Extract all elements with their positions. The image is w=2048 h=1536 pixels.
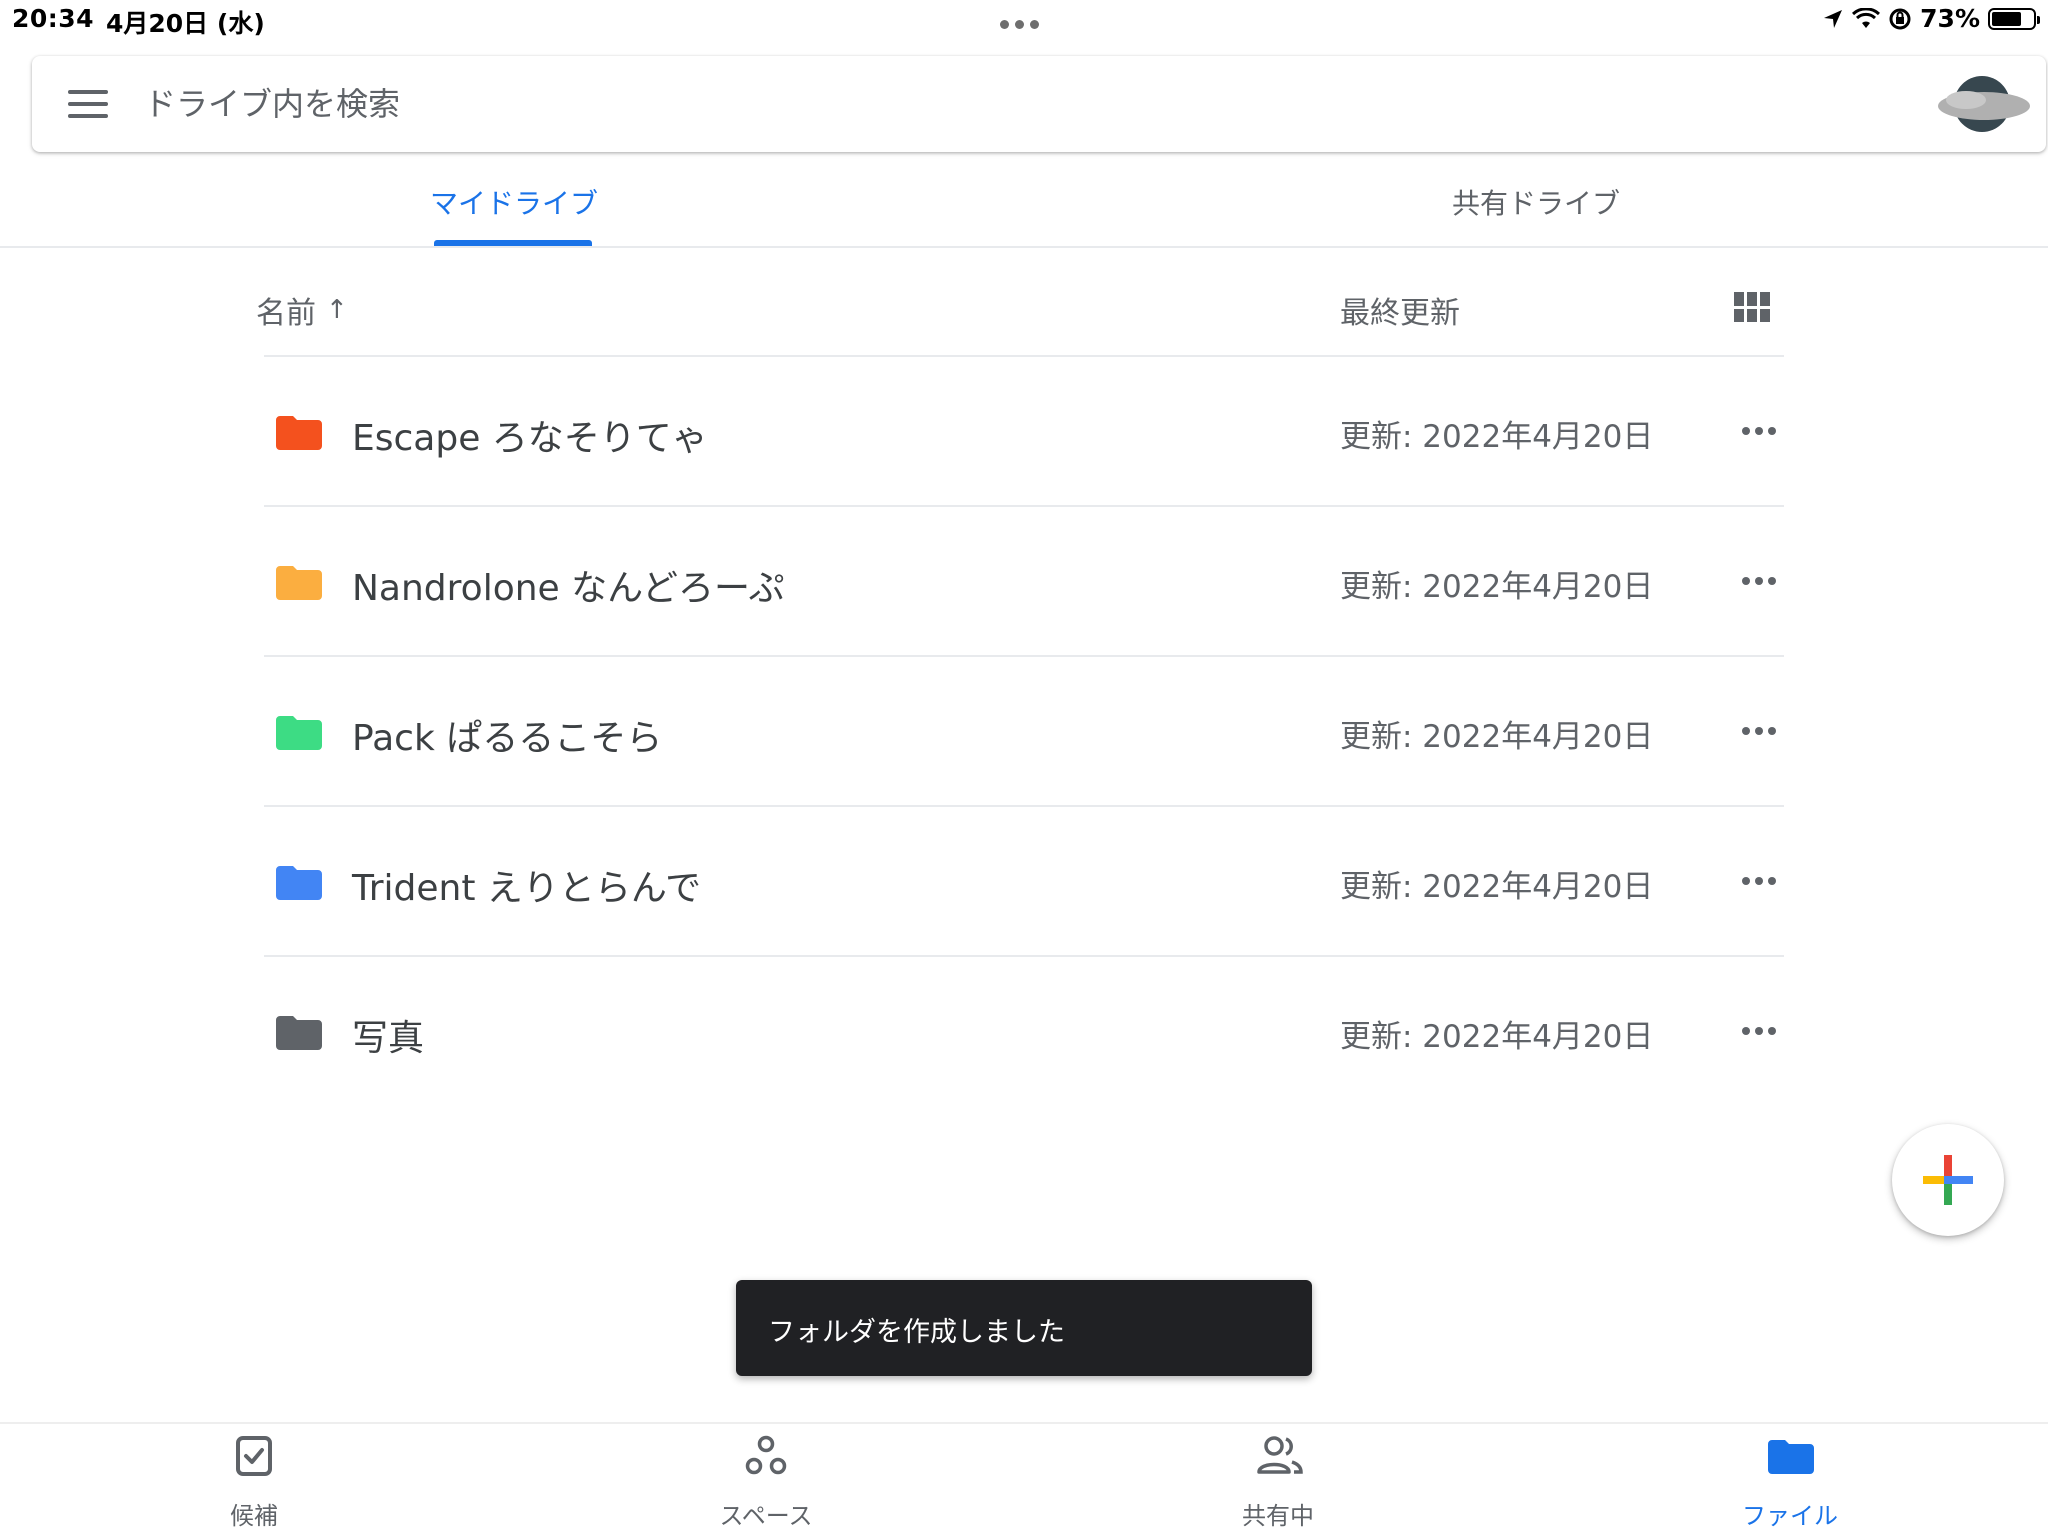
folder-row[interactable]: 写真 更新: 2022年4月20日 [0, 957, 2048, 1107]
more-options-icon[interactable] [1740, 569, 1778, 593]
folder-icon [276, 1016, 322, 1050]
folder-icon [276, 716, 322, 750]
search-input[interactable] [144, 85, 2046, 123]
folder-modified-date: 更新: 2022年4月20日 [1340, 869, 1654, 905]
folder-name: 写真 [352, 1018, 425, 1059]
nav-suggested[interactable]: 候補 [154, 1434, 354, 1534]
folder-name: Nandrolone なんどろーぷ [352, 568, 785, 609]
folder-row[interactable]: Escape ろなそりてゃ 更新: 2022年4月20日 [0, 357, 2048, 507]
folder-name: Pack ぱるるこそら [352, 718, 663, 759]
folder-name: Escape ろなそりてゃ [352, 418, 708, 459]
bottom-navigation: 候補 スペース 共有中 ファイル [0, 1422, 2048, 1536]
folder-name: Trident えりとらんで [352, 868, 702, 909]
search-bar [32, 56, 2046, 152]
battery-percent: 73% [1920, 4, 1980, 33]
folder-modified-date: 更新: 2022年4月20日 [1340, 569, 1654, 605]
nav-shared[interactable]: 共有中 [1178, 1434, 1378, 1534]
folder-icon [276, 416, 322, 450]
folder-row[interactable]: Pack ぱるるこそら 更新: 2022年4月20日 [0, 657, 2048, 807]
folder-list: Escape ろなそりてゃ 更新: 2022年4月20日 Nandrolone … [0, 357, 2048, 1107]
status-bar: 20:34 4月20日 (水) 73% [0, 0, 2048, 40]
folder-row[interactable]: Nandrolone なんどろーぷ 更新: 2022年4月20日 [0, 507, 2048, 657]
column-modified-label[interactable]: 最終更新 [1340, 288, 1460, 332]
more-options-icon[interactable] [1740, 869, 1778, 893]
suggested-icon [236, 1436, 272, 1476]
shared-people-icon [1257, 1436, 1303, 1474]
folder-icon [276, 866, 322, 900]
grid-view-icon[interactable] [1734, 292, 1770, 322]
tab-my-drive[interactable]: マイドライブ [430, 182, 598, 222]
drive-tabs: マイドライブ 共有ドライブ [0, 160, 2048, 248]
column-name-label: 名前 [256, 296, 316, 331]
folder-icon [1768, 1440, 1814, 1474]
nav-label: ファイル [1742, 1502, 1838, 1530]
orientation-lock-icon [1889, 8, 1911, 29]
sort-by-name-button[interactable]: 名前 ↑ [256, 288, 348, 332]
status-time: 20:34 [12, 4, 95, 33]
sort-arrow-up-icon: ↑ [326, 295, 348, 325]
wifi-icon [1852, 7, 1881, 28]
tab-shared-drives[interactable]: 共有ドライブ [1452, 182, 1620, 222]
status-date: 4月20日 (水) [106, 9, 265, 38]
location-icon [1824, 9, 1843, 28]
nav-label: 共有中 [1242, 1502, 1314, 1530]
more-options-icon[interactable] [1740, 419, 1778, 443]
drive-app: 20:34 4月20日 (水) 73% マイドライブ 共有ドライブ 名前 [0, 0, 2048, 1536]
folder-icon [276, 566, 322, 600]
folder-modified-date: 更新: 2022年4月20日 [1340, 419, 1654, 455]
spaces-icon [745, 1435, 787, 1475]
battery-icon [1988, 7, 2040, 30]
avatar[interactable] [1936, 74, 2032, 134]
folder-modified-date: 更新: 2022年4月20日 [1340, 719, 1654, 755]
nav-label: 候補 [230, 1502, 278, 1530]
nav-spaces[interactable]: スペース [666, 1434, 866, 1534]
status-indicators: 73% [1822, 4, 2040, 33]
more-options-icon[interactable] [1740, 1019, 1778, 1043]
plus-icon [1923, 1155, 1973, 1205]
new-item-button[interactable] [1892, 1124, 2004, 1236]
list-header: 名前 ↑ 最終更新 [0, 270, 2048, 356]
active-tab-indicator [434, 240, 592, 246]
nav-label: スペース [719, 1502, 813, 1530]
snackbar: フォルダを作成しました [736, 1280, 1312, 1376]
hamburger-menu-icon[interactable] [68, 90, 108, 118]
multitask-handle-icon[interactable] [1000, 20, 1039, 29]
more-options-icon[interactable] [1740, 719, 1778, 743]
folder-row[interactable]: Trident えりとらんで 更新: 2022年4月20日 [0, 807, 2048, 957]
folder-modified-date: 更新: 2022年4月20日 [1340, 1019, 1654, 1055]
nav-files[interactable]: ファイル [1690, 1434, 1890, 1534]
snackbar-message: フォルダを作成しました [768, 1317, 1065, 1348]
